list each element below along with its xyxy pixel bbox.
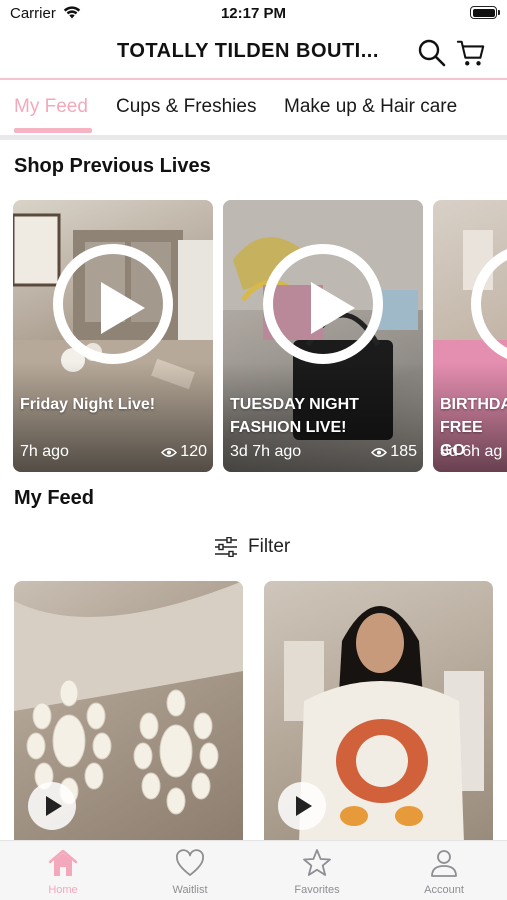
tabbar-account[interactable]: Account: [381, 841, 507, 900]
heart-icon: [176, 849, 204, 876]
live-time-ago: 7h ago: [20, 443, 69, 460]
app-header: TOTALLY TILDEN BOUTI...: [0, 30, 507, 76]
eye-icon: [161, 447, 178, 457]
home-icon: [48, 849, 78, 876]
filter-label: Filter: [248, 536, 291, 557]
tabbar-favorites[interactable]: Favorites: [254, 841, 380, 900]
tabs-divider: [0, 135, 507, 140]
active-tab-indicator: [14, 128, 92, 133]
tabbar-label: Account: [424, 884, 464, 896]
live-title: Friday Night Live!: [20, 396, 156, 413]
product-card[interactable]: [264, 581, 493, 843]
tabs-fade: [467, 82, 507, 134]
play-icon: [53, 244, 173, 364]
tabbar-label: Favorites: [294, 884, 340, 896]
views-number: 120: [180, 443, 207, 460]
tabbar-label: Home: [48, 884, 78, 896]
previous-lives-title: Shop Previous Lives: [14, 155, 211, 177]
cart-icon[interactable]: [456, 38, 486, 68]
bottom-tab-bar: Home Waitlist Favorites Account: [0, 840, 507, 900]
tab-my-feed[interactable]: My Feed: [14, 96, 88, 118]
star-icon: [303, 849, 331, 876]
category-tabs: My Feed Cups & Freshies Make up & Hair c…: [0, 82, 507, 134]
tab-makeup-hair-care[interactable]: Make up & Hair care: [284, 96, 457, 118]
live-view-count: 120: [161, 443, 207, 461]
live-time-ago: 8d 6h ag: [440, 443, 503, 460]
filter-button[interactable]: Filter: [214, 535, 290, 559]
header-divider: [0, 78, 507, 80]
tabbar-waitlist[interactable]: Waitlist: [127, 841, 253, 900]
live-card[interactable]: TUESDAY NIGHT FASHION LIVE! 3d 7h ago 18…: [223, 200, 423, 472]
my-feed-title: My Feed: [14, 487, 95, 509]
search-icon[interactable]: [417, 38, 447, 68]
play-icon: [263, 244, 383, 364]
live-card[interactable]: BIRTHDA FREE GO 8d 6h ag: [433, 200, 507, 472]
live-view-count: 185: [371, 443, 417, 461]
status-bar: Carrier 12:17 PM: [0, 0, 507, 28]
eye-icon: [371, 447, 388, 457]
tabbar-label: Waitlist: [172, 884, 208, 896]
live-time-ago: 3d 7h ago: [230, 443, 302, 460]
clock: 12:17 PM: [220, 5, 287, 22]
live-card[interactable]: Friday Night Live! 7h ago 120: [13, 200, 213, 472]
views-number: 185: [390, 443, 417, 460]
tab-cups-freshies[interactable]: Cups & Freshies: [116, 96, 256, 118]
tabbar-home[interactable]: Home: [0, 841, 126, 900]
play-icon[interactable]: [278, 782, 326, 830]
person-icon: [431, 850, 457, 877]
play-icon[interactable]: [28, 782, 76, 830]
battery-icon: [470, 6, 500, 19]
product-card[interactable]: [14, 581, 243, 843]
store-title: TOTALLY TILDEN BOUTI...: [117, 40, 379, 62]
filter-sliders-icon: [215, 537, 237, 557]
live-title: TUESDAY NIGHT FASHION LIVE!: [230, 396, 359, 436]
